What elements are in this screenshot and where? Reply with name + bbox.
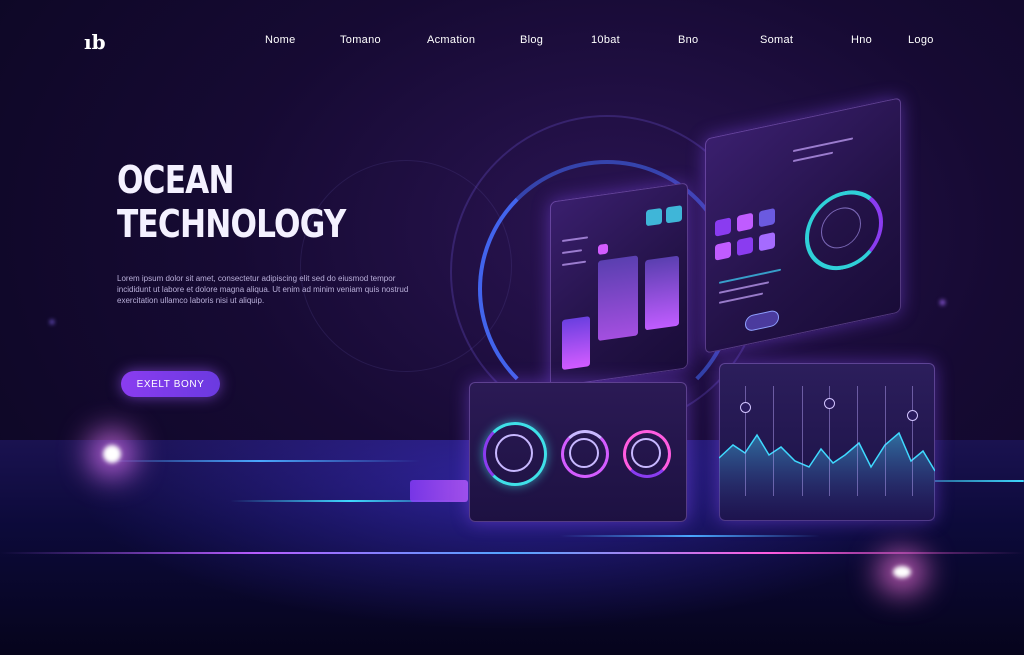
line-chart-icon: [719, 431, 935, 521]
nav-item[interactable]: Nome: [265, 34, 296, 46]
chart-gridline: [857, 386, 858, 496]
panel-action-button: [745, 309, 779, 333]
floor-light-line: [0, 552, 1024, 554]
nav-item[interactable]: 10bat: [591, 34, 620, 46]
chart-slider-knob: [824, 398, 835, 409]
text-line: [562, 236, 588, 243]
icon-tile: [646, 207, 662, 227]
text-line: [719, 268, 781, 284]
text-line: [793, 137, 853, 153]
chart-area: [719, 433, 935, 521]
chart-tile: [645, 255, 679, 331]
hero-title-line: OCEAN: [117, 158, 235, 202]
floor-light-line: [560, 535, 820, 537]
circular-gauge-icon: [495, 434, 533, 472]
nav-item[interactable]: Bno: [678, 34, 698, 46]
icon-tile: [715, 217, 731, 237]
icon-tile: [759, 231, 775, 252]
light-flare: [893, 566, 911, 578]
icon-tile: [737, 212, 753, 233]
icon-tile: [666, 205, 682, 224]
icon-tile: [715, 241, 731, 261]
text-line: [793, 151, 833, 163]
chart-slider-knob: [907, 410, 918, 421]
landing-page: ıb Nome Tomano Acmation Blog 10bat Bno S…: [0, 0, 1024, 655]
chart-gridline: [885, 386, 886, 496]
light-flare: [103, 445, 121, 463]
cta-button[interactable]: EXELT BONY: [121, 371, 220, 397]
chart-gridline: [802, 386, 803, 496]
light-flare: [940, 300, 945, 305]
dashboard-card-gauges: [469, 382, 687, 522]
nav-item[interactable]: Acmation: [427, 34, 475, 46]
chart-slider-knob: [740, 402, 751, 413]
light-flare: [50, 320, 54, 324]
dashboard-card-overview: [705, 97, 901, 354]
nav-item[interactable]: Tomano: [340, 34, 381, 46]
dashboard-card-line-chart: [719, 363, 935, 521]
chart-tile: [598, 255, 638, 341]
hero-title-line: TECHNOLOGY: [117, 202, 346, 246]
top-navigation: Nome Tomano Acmation Blog 10bat Bno Soma…: [0, 34, 1024, 50]
nav-item[interactable]: Somat: [760, 34, 793, 46]
icon-tile: [759, 207, 775, 228]
chart-gridline: [912, 386, 913, 496]
circular-gauge-icon: [569, 438, 599, 468]
circular-gauge-icon: [631, 438, 661, 468]
icon-tile: [737, 236, 753, 257]
nav-item[interactable]: Logo: [908, 34, 934, 46]
chart-tile: [562, 316, 590, 371]
hero-title: OCEAN TECHNOLOGY: [117, 158, 346, 246]
dashboard-card-analytics: [550, 182, 688, 388]
chart-gridline: [773, 386, 774, 496]
hero-description: Lorem ipsum dolor sit amet, consectetur …: [117, 274, 409, 305]
text-line: [562, 260, 586, 267]
text-line: [562, 249, 582, 255]
nav-item[interactable]: Blog: [520, 34, 543, 46]
icon-tile: [598, 243, 608, 255]
floor-light-line: [100, 460, 420, 462]
text-line: [719, 292, 763, 304]
floor-panel: [410, 480, 468, 502]
nav-item[interactable]: Hno: [851, 34, 872, 46]
